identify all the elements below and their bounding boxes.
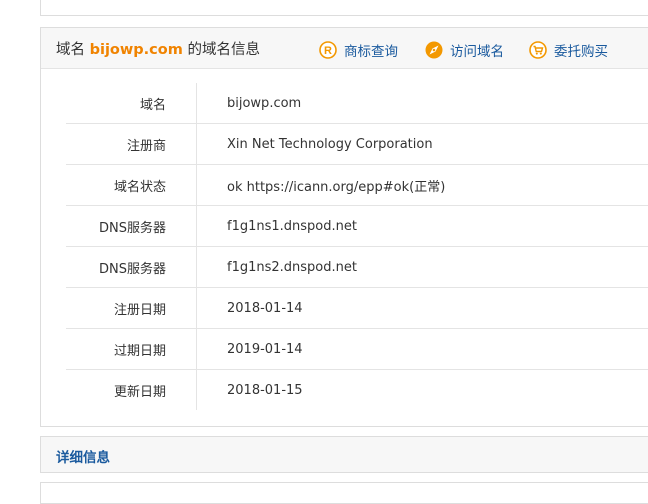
row-value: 2018-01-15 (197, 370, 648, 411)
table-row: 域名 bijowp.com (66, 83, 648, 124)
row-label: 过期日期 (66, 329, 197, 370)
table-row: DNS服务器 f1g1ns2.dnspod.net (66, 247, 648, 288)
svg-text:R: R (324, 45, 332, 57)
table-row: DNS服务器 f1g1ns1.dnspod.net (66, 206, 648, 247)
row-value: bijowp.com (197, 83, 648, 124)
row-label: 更新日期 (66, 370, 197, 411)
visit-domain-link[interactable]: 访问域名 (425, 40, 504, 60)
details-title[interactable]: 详细信息 (56, 446, 110, 466)
row-value: f1g1ns2.dnspod.net (197, 247, 648, 288)
trademark-search-link[interactable]: R 商标查询 (319, 40, 398, 60)
trademark-search-label: 商标查询 (344, 40, 398, 60)
title-suffix: 的域名信息 (183, 42, 260, 58)
domain-info-card: 域名 bijowp.com 的域名信息 R 商标查询 访问域名 (40, 27, 648, 427)
table-row: 更新日期 2018-01-15 (66, 370, 648, 411)
buy-domain-label: 委托购买 (554, 40, 608, 60)
domain-info-table: 域名 bijowp.com 注册商 Xin Net Technology Cor… (66, 83, 648, 410)
buy-domain-link[interactable]: 委托购买 (529, 40, 608, 60)
title-domain: bijowp.com (90, 42, 183, 58)
visit-domain-label: 访问域名 (450, 40, 504, 60)
table-row: 注册商 Xin Net Technology Corporation (66, 124, 648, 165)
table-row: 过期日期 2019-01-14 (66, 329, 648, 370)
table-row: 注册日期 2018-01-14 (66, 288, 648, 329)
title-prefix: 域名 (56, 42, 90, 58)
registered-trademark-icon: R (319, 41, 337, 59)
compass-icon (425, 41, 443, 59)
details-section: 详细信息 (40, 436, 648, 473)
table-row: 域名状态 ok https://icann.org/epp#ok(正常) (66, 165, 648, 206)
card-header: 域名 bijowp.com 的域名信息 R 商标查询 访问域名 (41, 28, 648, 69)
row-value: Xin Net Technology Corporation (197, 124, 648, 165)
row-label: DNS服务器 (66, 206, 197, 247)
row-label: 注册日期 (66, 288, 197, 329)
page-title: 域名 bijowp.com 的域名信息 (56, 38, 260, 59)
row-value: 2018-01-14 (197, 288, 648, 329)
row-value: f1g1ns1.dnspod.net (197, 206, 648, 247)
shopping-cart-icon (529, 41, 547, 59)
next-section-card (40, 482, 648, 504)
row-label: 域名状态 (66, 165, 197, 206)
row-label: 注册商 (66, 124, 197, 165)
previous-section-card (40, 0, 648, 16)
row-label: DNS服务器 (66, 247, 197, 288)
row-value: ok https://icann.org/epp#ok(正常) (197, 165, 648, 206)
row-value: 2019-01-14 (197, 329, 648, 370)
row-label: 域名 (66, 83, 197, 124)
